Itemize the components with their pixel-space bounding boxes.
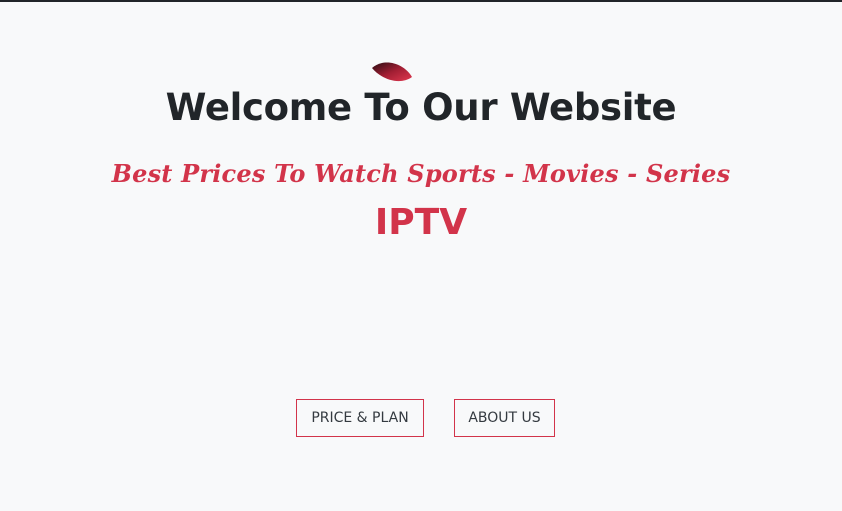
brand-name: IPTV [374,202,468,243]
hero-section: Welcome To Our Website Best Prices To Wa… [0,2,842,511]
tagline: Best Prices To Watch Sports - Movies - S… [111,159,731,188]
leaf-logo-icon [372,62,412,82]
about-us-button[interactable]: ABOUT US [454,399,555,437]
page-title: Welcome To Our Website [165,86,677,129]
price-plan-button[interactable]: PRICE & PLAN [296,399,424,437]
